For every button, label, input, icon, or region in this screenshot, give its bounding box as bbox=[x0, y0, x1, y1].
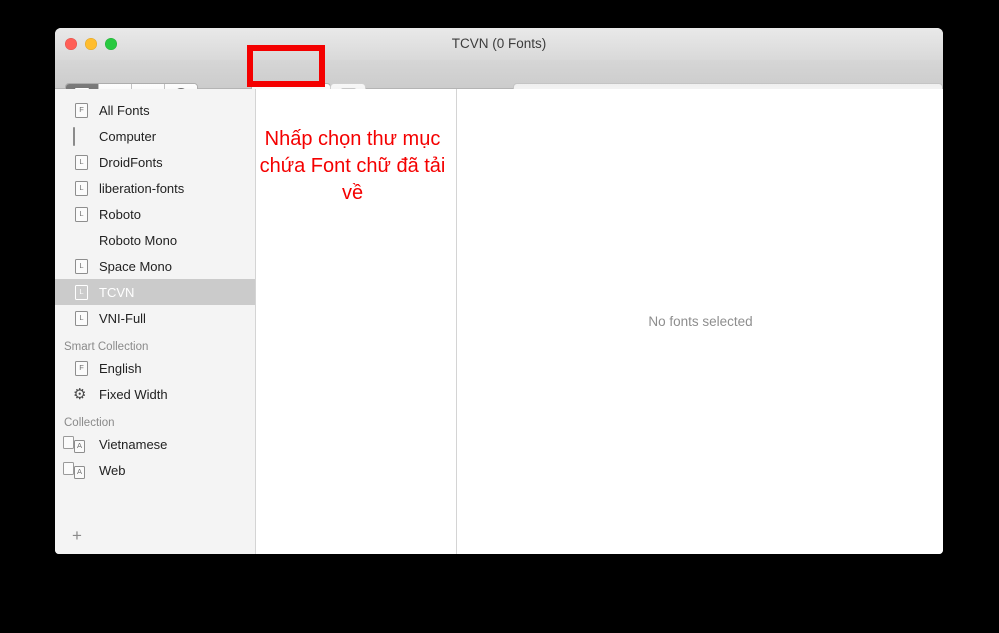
document-f-icon: F bbox=[73, 360, 90, 377]
sidebar-item-label: All Fonts bbox=[99, 102, 150, 118]
document-glyph: F bbox=[75, 360, 88, 376]
collection-header: Collection bbox=[64, 417, 115, 429]
annotation-note-text: Nhấp chọn thư mục chứa Font chữ đã tải v… bbox=[259, 128, 446, 204]
window-title: TCVN (0 Fonts) bbox=[451, 36, 547, 51]
stack-glyph: A bbox=[74, 439, 85, 453]
computer-icon bbox=[73, 126, 90, 146]
sidebar-item-label: English bbox=[99, 360, 142, 376]
document-l-icon: L bbox=[73, 284, 90, 301]
add-collection-button[interactable]: + bbox=[72, 527, 82, 544]
document-l-icon: L bbox=[73, 206, 90, 223]
sidebar-item-label: Space Mono bbox=[99, 258, 172, 274]
sidebar-item-space-mono[interactable]: L Space Mono bbox=[55, 253, 255, 279]
sidebar-item-label: VNI-Full bbox=[99, 310, 146, 326]
document-glyph: L bbox=[75, 180, 88, 196]
document-glyph: L bbox=[75, 258, 88, 274]
document-f-icon: F bbox=[73, 102, 90, 119]
sidebar-item-tcvn[interactable]: L TCVN bbox=[55, 279, 255, 305]
sidebar-item-label: Roboto Mono bbox=[99, 232, 178, 248]
document-glyph: L bbox=[75, 284, 88, 300]
sidebar-item-computer[interactable]: Computer bbox=[55, 123, 255, 149]
font-book-window: TCVN (0 Fonts) AaI bbox=[55, 28, 943, 554]
gear-icon: ⚙ bbox=[73, 386, 90, 403]
sidebar-top-spacer bbox=[55, 89, 255, 97]
sidebar-item-label: Computer bbox=[99, 128, 157, 144]
sidebar: F All Fonts Computer L DroidFonts L libe… bbox=[55, 89, 256, 554]
stack-glyph: A bbox=[74, 465, 85, 479]
document-glyph: L bbox=[75, 310, 88, 326]
empty-state-message: No fonts selected bbox=[648, 314, 753, 329]
sidebar-item-liberation-fonts[interactable]: L liberation-fonts bbox=[55, 175, 255, 201]
sidebar-item-label: Web bbox=[99, 462, 126, 478]
sidebar-item-label: TCVN bbox=[99, 284, 135, 300]
toolbar: AaI i + ✓ Search bbox=[55, 60, 943, 107]
sidebar-item-roboto-mono[interactable]: Roboto Mono bbox=[55, 227, 255, 253]
stack-a-icon: A bbox=[63, 435, 90, 453]
sidebar-item-label: Roboto bbox=[99, 206, 141, 222]
sidebar-item-label: Vietnamese bbox=[99, 436, 168, 452]
stack-a-icon: A bbox=[63, 461, 90, 479]
sidebar-item-fixed-width[interactable]: ⚙ Fixed Width bbox=[55, 381, 255, 407]
screenshot-root: TCVN (0 Fonts) AaI bbox=[0, 0, 999, 633]
monitor-shape bbox=[73, 126, 75, 146]
annotation-highlight-rect bbox=[247, 45, 325, 87]
window-body: F All Fonts Computer L DroidFonts L libe… bbox=[55, 89, 943, 554]
sidebar-item-label: liberation-fonts bbox=[99, 180, 185, 196]
document-glyph: L bbox=[75, 206, 88, 222]
gear-glyph: ⚙ bbox=[73, 385, 87, 403]
sidebar-item-label: Fixed Width bbox=[99, 386, 168, 402]
document-l-icon: L bbox=[73, 154, 90, 171]
sidebar-item-droidfonts[interactable]: L DroidFonts bbox=[55, 149, 255, 175]
document-l-icon: L bbox=[73, 310, 90, 327]
document-glyph: F bbox=[75, 102, 88, 118]
smart-collection-header: Smart Collection bbox=[64, 341, 149, 353]
sidebar-item-vietnamese[interactable]: A Vietnamese bbox=[55, 431, 255, 457]
document-glyph: L bbox=[75, 154, 88, 170]
sidebar-item-vni-full[interactable]: L VNI-Full bbox=[55, 305, 255, 331]
sidebar-item-english[interactable]: F English bbox=[55, 355, 255, 381]
sidebar-item-web[interactable]: A Web bbox=[55, 457, 255, 483]
document-l-icon: L bbox=[73, 258, 90, 275]
sidebar-item-roboto[interactable]: L Roboto bbox=[55, 201, 255, 227]
window-titlebar: TCVN (0 Fonts) bbox=[55, 28, 943, 61]
font-preview-pane: No fonts selected bbox=[458, 89, 943, 554]
document-l-icon: L bbox=[73, 180, 90, 197]
sidebar-item-all-fonts[interactable]: F All Fonts bbox=[55, 97, 255, 123]
sidebar-item-label: DroidFonts bbox=[99, 154, 163, 170]
